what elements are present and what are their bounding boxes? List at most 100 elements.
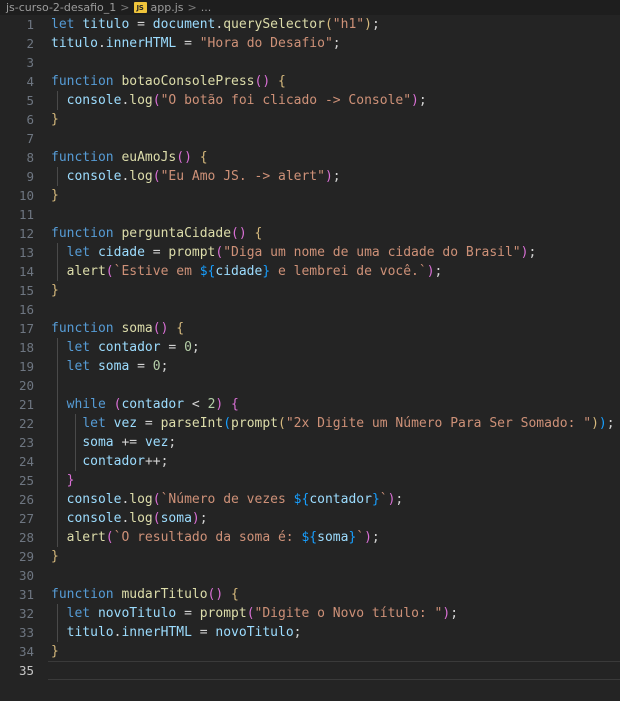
token-op [51,473,67,488]
code-text: } [51,186,59,205]
code-line[interactable]: 2 titulo.innerHTML = "Hora do Desafio"; [0,34,620,53]
breadcrumb-file[interactable]: app.js [151,0,184,15]
code-line[interactable]: 24 contador++; [0,452,620,471]
token-fn: log [129,93,153,108]
code-editor[interactable]: 1 let titulo = document.querySelector("h1… [0,15,620,701]
code-line[interactable]: 11 [0,205,620,224]
token-var: novoTitulo [97,606,177,621]
code-line[interactable]: 31 function mudarTitulo() { [0,585,620,604]
code-line[interactable]: 14 alert(`Estive em ${cidade} e lembrei … [0,262,620,281]
token-fn: log [129,492,153,507]
code-line[interactable]: 26 console.log(`Número de vezes ${contad… [0,490,620,509]
token-p-m: ( [246,606,255,621]
code-line[interactable]: 12 function perguntaCidade() { [0,224,620,243]
token-fn: prompt [199,606,247,621]
token-p-m: ) [364,530,372,545]
token-op [200,397,208,412]
code-text: alert(`Estive em ${cidade} e lembrei de … [51,262,443,281]
token-kw: function [51,226,114,241]
code-line[interactable]: 1 let titulo = document.querySelector("h1… [0,15,620,34]
code-line[interactable]: 8 function euAmoJs() { [0,148,620,167]
code-text: soma += vez; [51,433,176,452]
code-line[interactable]: 18 let contador = 0; [0,338,620,357]
code-text: alert(`O resultado da soma é: ${soma}`); [51,528,380,547]
line-number: 8 [26,150,34,165]
token-p-m: } [66,473,75,488]
code-line[interactable]: 25 } [0,471,620,490]
token-op [106,397,114,412]
code-line[interactable]: 16 [0,300,620,319]
code-line[interactable]: 27 console.log(soma); [0,509,620,528]
token-fn: soma [121,321,153,336]
code-line[interactable]: 34} [0,642,620,661]
code-line[interactable]: 20 [0,376,620,395]
token-op [51,511,67,526]
token-p-y: ) [364,17,372,32]
token-p-b: } [262,264,271,279]
token-op: ; [332,36,341,51]
code-line[interactable]: 10} [0,186,620,205]
token-op [51,454,82,469]
code-text: function euAmoJs() { [51,148,208,167]
token-p-m: ) [426,264,435,279]
code-line[interactable]: 9 console.log("Eu Amo JS. -> alert"); [0,167,620,186]
breadcrumb-folder[interactable]: js-curso-2-desafio_1 [6,0,116,15]
token-fn: euAmoJs [121,150,177,165]
line-number: 18 [18,340,34,355]
token-var: contador [121,397,185,412]
code-line[interactable]: 5 console.log("O botão foi clicado -> Co… [0,91,620,110]
token-kw: function [51,150,114,165]
token-num: 0 [184,340,192,355]
token-fn: perguntaCidade [121,226,232,241]
token-str: e lembrei de você.` [270,264,427,279]
javascript-file-icon: JS [133,2,147,13]
token-kw: function [51,587,114,602]
code-line[interactable]: 29} [0,547,620,566]
code-line[interactable]: 13 let cidade = prompt("Diga um nome de … [0,243,620,262]
token-p-m: ) [191,511,200,526]
line-number: 11 [18,207,34,222]
breadcrumb-symbols-ellipsis[interactable]: ... [201,0,212,15]
code-line[interactable]: 35 [0,661,620,680]
code-text: let vez = parseInt(prompt("2x Digite um … [51,414,614,433]
line-number: 34 [18,644,34,659]
token-op: = [129,359,153,374]
code-line[interactable]: 33 titulo.innerHTML = novoTitulo; [0,623,620,642]
current-line-highlight [48,661,620,680]
token-fn: querySelector [223,17,325,32]
code-line[interactable]: 30 [0,566,620,585]
token-p-y: } [51,549,59,564]
token-var: novoTitulo [215,625,294,640]
code-line[interactable]: 4 function botaoConsolePress() { [0,72,620,91]
token-op [90,606,98,621]
line-number: 20 [18,378,34,393]
code-line[interactable]: 6} [0,110,620,129]
code-line[interactable]: 19 let soma = 0; [0,357,620,376]
code-line[interactable]: 15} [0,281,620,300]
token-var: soma [82,435,114,450]
code-line[interactable]: 17 function soma() { [0,319,620,338]
line-number: 28 [18,530,34,545]
token-op [137,435,145,450]
token-p-b: ( [223,416,232,431]
token-p-y: { [231,587,239,602]
code-line[interactable]: 28 alert(`O resultado da soma é: ${soma}… [0,528,620,547]
line-number: 10 [18,188,34,203]
token-var: titulo [66,625,114,640]
line-number: 2 [26,36,34,51]
token-p-y: { [199,150,208,165]
code-line[interactable]: 21 while (contador < 2) { [0,395,620,414]
code-line[interactable]: 23 soma += vez; [0,433,620,452]
token-op: = [144,245,169,260]
line-number: 7 [26,131,34,146]
token-str: "Digite o Novo título: " [254,606,443,621]
code-text: let novoTitulo = prompt("Digite o Novo t… [51,604,458,623]
code-line[interactable]: 7 [0,129,620,148]
code-line[interactable]: 3 [0,53,620,72]
code-line[interactable]: 22 let vez = parseInt(prompt("2x Digite … [0,414,620,433]
token-op [184,397,192,412]
token-var: soma [317,530,349,545]
line-number: 5 [26,93,34,108]
code-line[interactable]: 32 let novoTitulo = prompt("Digite o Nov… [0,604,620,623]
token-op [90,245,98,260]
